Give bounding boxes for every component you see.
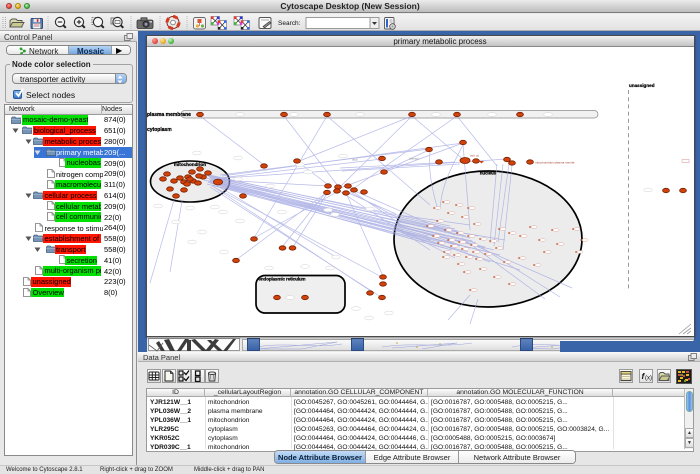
svg-text:(mit. a): (mit. a) [470,154,479,158]
svg-text:(act): (act) [352,158,358,162]
svg-text:nucleus: nucleus [480,171,497,176]
svg-text:(x): (x) [645,376,652,382]
svg-text:(transp): (transp) [409,157,419,161]
svg-text:Search:: Search: [278,20,301,27]
svg-text:mitochondrion plasma membr.: mitochondrion plasma membr. [535,160,575,164]
svg-text:cytoplasm: cytoplasm [147,127,172,133]
svg-text:mitochondrion: mitochondrion [174,162,206,167]
svg-text:unassigned: unassigned [629,83,655,88]
svg-text:plasma membrane: plasma membrane [147,112,191,118]
svg-text:endoplasmic reticulum: endoplasmic reticulum [259,277,306,282]
